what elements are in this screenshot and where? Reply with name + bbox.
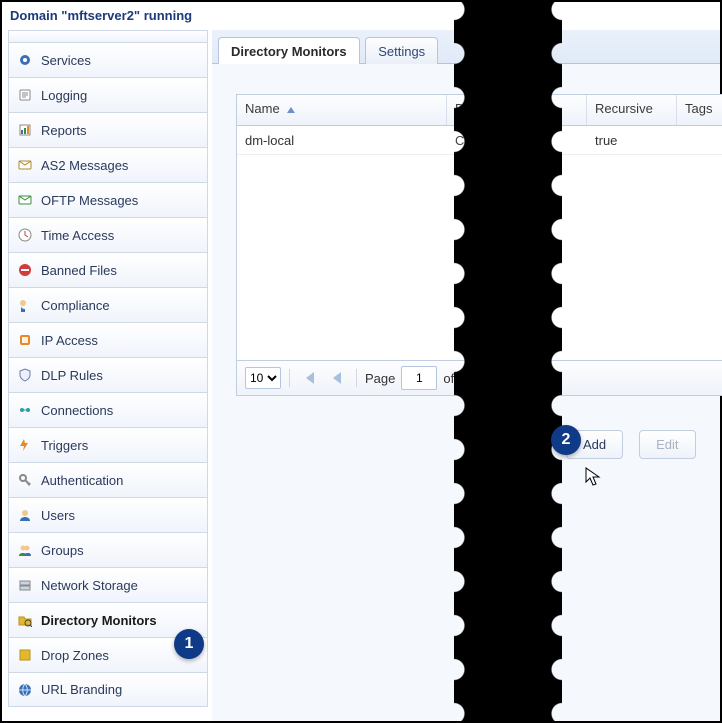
groups-icon bbox=[17, 542, 33, 558]
screenshot-tear-decoration bbox=[454, 0, 562, 723]
domain-header: Domain "mftserver2" running bbox=[2, 2, 720, 29]
time-access-icon bbox=[17, 227, 33, 243]
sidebar-item-label: Directory Monitors bbox=[41, 613, 157, 628]
sidebar-item-oftp-messages[interactable]: OFTP Messages bbox=[8, 182, 208, 217]
dlp-rules-icon bbox=[17, 367, 33, 383]
tab-settings[interactable]: Settings bbox=[365, 37, 438, 66]
sidebar-item-label: URL Branding bbox=[41, 682, 122, 697]
sidebar-item-label: Groups bbox=[41, 543, 84, 558]
cell-name: dm-local bbox=[237, 129, 447, 152]
as2-messages-icon bbox=[17, 157, 33, 173]
sidebar-item-label: Time Access bbox=[41, 228, 114, 243]
sidebar-item-label: DLP Rules bbox=[41, 368, 103, 383]
description-icon bbox=[37, 29, 53, 45]
sidebar-item-authentication[interactable]: Authentication bbox=[8, 462, 208, 497]
compliance-icon bbox=[17, 297, 33, 313]
sidebar-item-directory-monitors[interactable]: Directory Monitors bbox=[8, 602, 208, 637]
sidebar-item-label: Reports bbox=[41, 123, 87, 138]
page-size-select[interactable]: 10 bbox=[245, 367, 281, 389]
sidebar-item-label: Authentication bbox=[41, 473, 123, 488]
sidebar-item-label: Connections bbox=[41, 403, 113, 418]
separator bbox=[356, 369, 357, 387]
col-name[interactable]: Name bbox=[237, 95, 447, 125]
col-recursive[interactable]: Recursive bbox=[587, 95, 677, 125]
sidebar-item-label: Banned Files bbox=[41, 263, 117, 278]
cell-recursive: true bbox=[587, 129, 677, 152]
sidebar-item-triggers[interactable]: Triggers bbox=[8, 427, 208, 462]
sidebar-item-connections[interactable]: Connections bbox=[8, 392, 208, 427]
page-of-label: of bbox=[443, 371, 454, 386]
col-name-label: Name bbox=[245, 101, 280, 116]
sort-asc-icon bbox=[287, 107, 295, 113]
reports-icon bbox=[17, 122, 33, 138]
edit-button[interactable]: Edit bbox=[639, 430, 695, 459]
sidebar-item-label: Compliance bbox=[41, 298, 110, 313]
banned-files-icon bbox=[17, 262, 33, 278]
sidebar-item-services[interactable]: Services bbox=[8, 42, 208, 77]
connections-icon bbox=[17, 402, 33, 418]
page-label: Page bbox=[365, 371, 395, 386]
triggers-icon bbox=[17, 437, 33, 453]
sidebar-item-reports[interactable]: Reports bbox=[8, 112, 208, 147]
sidebar-item-description[interactable] bbox=[8, 30, 208, 42]
prev-page-icon[interactable] bbox=[326, 367, 348, 389]
sidebar-item-groups[interactable]: Groups bbox=[8, 532, 208, 567]
sidebar-item-label: Services bbox=[41, 53, 91, 68]
first-page-icon[interactable] bbox=[298, 367, 320, 389]
sidebar-item-label: IP Access bbox=[41, 333, 98, 348]
page-number-input[interactable] bbox=[401, 366, 437, 390]
sidebar-item-banned-files[interactable]: Banned Files bbox=[8, 252, 208, 287]
sidebar-item-compliance[interactable]: Compliance bbox=[8, 287, 208, 322]
tab-directory-monitors[interactable]: Directory Monitors bbox=[218, 37, 360, 66]
services-icon bbox=[17, 52, 33, 68]
authentication-icon bbox=[17, 472, 33, 488]
drop-zones-icon bbox=[17, 647, 33, 663]
logging-icon bbox=[17, 87, 33, 103]
sidebar-item-url-branding[interactable]: URL Branding bbox=[8, 672, 208, 707]
sidebar-item-logging[interactable]: Logging bbox=[8, 77, 208, 112]
sidebar-item-time-access[interactable]: Time Access bbox=[8, 217, 208, 252]
oftp-messages-icon bbox=[17, 192, 33, 208]
users-icon bbox=[17, 507, 33, 523]
url-branding-icon bbox=[17, 682, 33, 698]
sidebar-item-network-storage[interactable]: Network Storage bbox=[8, 567, 208, 602]
callout-1: 1 bbox=[174, 629, 204, 659]
sidebar-item-dlp-rules[interactable]: DLP Rules bbox=[8, 357, 208, 392]
sidebar-item-label: Drop Zones bbox=[41, 648, 109, 663]
sidebar-item-label: OFTP Messages bbox=[41, 193, 138, 208]
ip-access-icon bbox=[17, 332, 33, 348]
callout-2: 2 bbox=[551, 425, 581, 455]
cell-tags bbox=[677, 136, 722, 144]
sidebar-item-ip-access[interactable]: IP Access bbox=[8, 322, 208, 357]
sidebar-item-users[interactable]: Users bbox=[8, 497, 208, 532]
sidebar-item-label: Network Storage bbox=[41, 578, 138, 593]
separator bbox=[289, 369, 290, 387]
col-tags[interactable]: Tags bbox=[677, 95, 722, 125]
sidebar-item-label: Logging bbox=[41, 88, 87, 103]
sidebar-item-label: Users bbox=[41, 508, 75, 523]
directory-monitors-icon bbox=[17, 612, 33, 628]
sidebar: Services Logging Reports AS2 Messages OFTP M… bbox=[8, 30, 208, 721]
sidebar-item-as2-messages[interactable]: AS2 Messages bbox=[8, 147, 208, 182]
sidebar-item-label: AS2 Messages bbox=[41, 158, 128, 173]
network-storage-icon bbox=[17, 577, 33, 593]
sidebar-item-label: Triggers bbox=[41, 438, 88, 453]
